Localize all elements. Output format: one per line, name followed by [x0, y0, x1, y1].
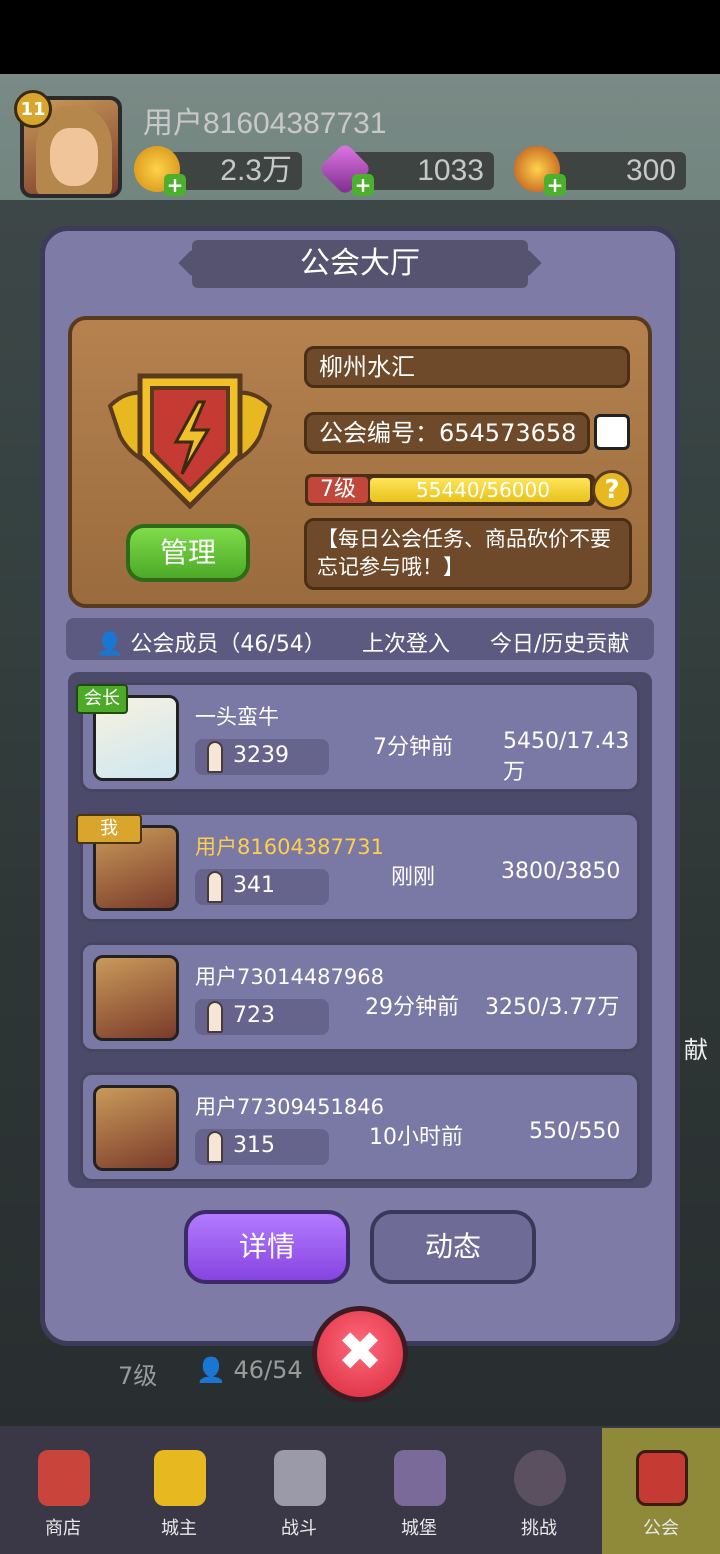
member-last-login: 10小时前: [369, 1125, 463, 1150]
avatar-face: [50, 128, 98, 186]
member-avatar: [93, 955, 179, 1041]
manage-button[interactable]: 管理: [126, 524, 250, 582]
member-name: 用户81604387731: [195, 835, 384, 859]
leader-tag: 会长: [76, 684, 128, 714]
nav-challenge[interactable]: 挑战: [484, 1440, 594, 1544]
last-login-column-header: 上次登入: [362, 632, 451, 657]
crossed-swords-icon: [274, 1450, 326, 1506]
member-power: 341: [233, 873, 275, 898]
guild-banner-icon: [636, 1450, 688, 1506]
player-name: 用户81604387731: [143, 107, 387, 140]
member-list-header: 👤 公会成员（46/54） 上次登入 今日/历史贡献: [66, 618, 654, 660]
nav-castle[interactable]: 城堡: [364, 1440, 474, 1544]
add-gem-icon[interactable]: +: [352, 174, 374, 196]
shop-icon: [38, 1450, 90, 1506]
guild-id-field: 公会编号：654573658: [304, 412, 590, 454]
add-stamina-icon[interactable]: +: [544, 174, 566, 196]
members-column-header: 👤 公会成员（46/54）: [96, 632, 326, 657]
member-row[interactable]: 用户77309451846 315 10小时前 550/550: [80, 1072, 640, 1182]
member-last-login: 29分钟前: [365, 995, 459, 1020]
detail-button[interactable]: 详情: [184, 1210, 350, 1284]
member-power: 315: [233, 1133, 275, 1158]
member-last-login: 刚刚: [391, 865, 436, 890]
person-icon: 👤: [96, 632, 124, 657]
under-member-count: 👤 46/54: [196, 1356, 303, 1384]
member-avatar: [93, 1085, 179, 1171]
member-row[interactable]: 用户73014487968 723 29分钟前 3250/3.77万: [80, 942, 640, 1052]
member-contribution: 550/550: [529, 1119, 621, 1144]
member-contribution: 3800/3850: [501, 859, 621, 884]
member-contribution: 3250/3.77万: [485, 995, 620, 1020]
member-contribution: 5450/17.43万: [503, 729, 630, 785]
member-row[interactable]: 一头蛮牛 3239 7分钟前 5450/17.43万: [80, 682, 640, 792]
close-button[interactable]: ✖: [312, 1306, 408, 1402]
member-row[interactable]: 用户81604387731 341 刚刚 3800/3850: [80, 812, 640, 922]
side-contribution-tab[interactable]: 献: [684, 1030, 708, 1065]
nav-lord[interactable]: 城主: [124, 1440, 234, 1544]
me-tag: 我: [76, 814, 142, 844]
guild-exp-text: 55440/56000: [416, 478, 550, 502]
guild-notice: 【每日公会任务、商品砍价不要忘记参与哦！】: [304, 518, 632, 590]
nav-guild[interactable]: 公会: [606, 1440, 716, 1544]
help-icon[interactable]: ?: [592, 470, 632, 510]
member-list[interactable]: 一头蛮牛 3239 7分钟前 5450/17.43万 用户81604387731…: [68, 672, 652, 1188]
player-level-badge: 11: [14, 90, 52, 128]
member-power: 723: [233, 1003, 275, 1028]
contribution-column-header: 今日/历史贡献: [490, 632, 630, 657]
copy-icon[interactable]: [594, 414, 630, 450]
person-icon: 👤: [196, 1356, 226, 1384]
guild-level-badge: 7级: [308, 477, 368, 503]
nav-battle[interactable]: 战斗: [244, 1440, 354, 1544]
member-power: 3239: [233, 743, 289, 768]
member-name: 用户77309451846: [195, 1095, 384, 1119]
castle-icon: [394, 1450, 446, 1506]
sword-icon: [207, 1001, 223, 1033]
member-name: 用户73014487968: [195, 965, 384, 989]
member-name: 一头蛮牛: [195, 705, 279, 729]
nav-shop[interactable]: 商店: [8, 1440, 118, 1544]
under-guild-level: 7级: [118, 1362, 158, 1390]
crown-icon: [154, 1450, 206, 1506]
sword-icon: [207, 741, 223, 773]
member-last-login: 7分钟前: [373, 735, 453, 760]
feed-button[interactable]: 动态: [370, 1210, 536, 1284]
sword-icon: [207, 871, 223, 903]
demon-icon: [514, 1450, 566, 1506]
guild-name-field: 柳州水汇: [304, 346, 630, 388]
dialog-title: 公会大厅: [192, 240, 528, 288]
add-gold-icon[interactable]: +: [164, 174, 186, 196]
guild-emblem-icon: [107, 373, 273, 510]
sword-icon: [207, 1131, 223, 1163]
